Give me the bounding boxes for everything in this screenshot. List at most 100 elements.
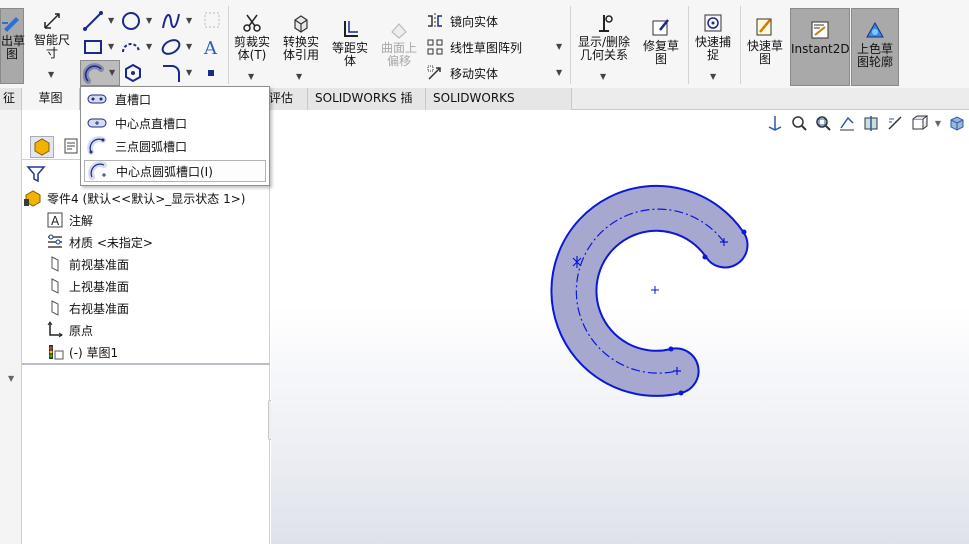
arc-slot-body[interactable]: [550, 184, 749, 397]
tree-sketch1[interactable]: (-) 草图1: [46, 342, 118, 362]
instant2d-label: Instant2D: [791, 42, 850, 56]
filter-icon[interactable]: [26, 164, 46, 184]
part-icon: [24, 189, 42, 207]
exit-sketch-button[interactable]: 出草 图: [0, 8, 26, 84]
offset-on-surface-label: 曲面上 偏移: [380, 41, 417, 68]
offset-on-surface-button[interactable]: 曲面上 偏移: [376, 18, 422, 68]
convert-entities-button[interactable]: 转换实 体引用: [278, 12, 324, 62]
mirror-entities-button[interactable]: 镜向实体: [426, 12, 498, 30]
menu-item-three-point-arc-slot[interactable]: 三点圆弧槽口: [84, 135, 266, 157]
svg-text:A: A: [203, 38, 218, 58]
feature-manager-tab[interactable]: [30, 136, 54, 158]
smart-dimension-caret[interactable]: ▼: [48, 70, 54, 79]
tab-sketch[interactable]: 草图: [22, 88, 80, 110]
slot-caret[interactable]: ▼: [109, 68, 115, 77]
circle-icon[interactable]: [120, 10, 142, 32]
exit-sketch-icon: [2, 17, 19, 32]
ellipse-caret[interactable]: ▼: [186, 42, 192, 51]
instant2d-icon: [811, 21, 829, 39]
move-caret[interactable]: ▼: [556, 68, 562, 77]
linear-pattern-caret[interactable]: ▼: [556, 42, 562, 51]
left-collapsed-strip: ▼: [0, 110, 22, 544]
slot-vertex-point[interactable]: [668, 346, 674, 352]
line-icon[interactable]: [82, 10, 104, 32]
trim-entities-button[interactable]: 剪裁实 体(T): [230, 12, 274, 62]
point-icon[interactable]: [206, 68, 216, 78]
ribbon-separator: [740, 6, 741, 84]
move-entities-button[interactable]: 移动实体: [426, 64, 498, 82]
quick-snaps-icon: [704, 14, 722, 32]
mirror-icon: [428, 13, 442, 29]
repair-sketch-button[interactable]: 修复草 图: [638, 16, 684, 66]
tree-right-plane[interactable]: 右视基准面: [46, 298, 129, 318]
text-icon[interactable]: A: [202, 36, 222, 58]
centerpoint-straight-slot-label: 中心点直槽口: [115, 116, 188, 131]
slot-vertex-point[interactable]: [678, 390, 684, 396]
graphics-area[interactable]: ▼: [271, 110, 969, 544]
ribbon-separator: [228, 6, 229, 84]
fillet-icon[interactable]: [160, 62, 182, 84]
strip-caret-icon[interactable]: ▼: [8, 374, 14, 383]
linear-pattern-button[interactable]: 线性草图阵列: [426, 38, 522, 56]
ellipse-icon[interactable]: [160, 36, 182, 58]
right-plane-label: 右视基准面: [69, 301, 130, 316]
trim-icon: [243, 14, 261, 32]
instant2d-button[interactable]: Instant2D: [790, 8, 850, 86]
tree-part-root[interactable]: 零件4 (默认<<默认>_显示状态 1>): [24, 188, 245, 208]
tab-solidworks-addins[interactable]: SOLIDWORKS 插件: [308, 88, 426, 126]
tree-annotations[interactable]: A 注解: [46, 210, 93, 230]
move-icon: [427, 65, 441, 80]
move-label: 移动实体: [450, 66, 499, 81]
menu-item-straight-slot[interactable]: 直槽口: [84, 88, 266, 110]
circle-caret[interactable]: ▼: [146, 16, 152, 25]
centerpoint-straight-slot-icon: [87, 118, 107, 128]
trim-caret[interactable]: ▼: [248, 72, 254, 81]
annotations-label: 注解: [69, 213, 94, 228]
arc-caret[interactable]: ▼: [146, 42, 152, 51]
smart-dimension-button[interactable]: 智能尺 寸: [28, 10, 76, 60]
relations-caret[interactable]: ▼: [600, 72, 606, 81]
spline-caret[interactable]: ▼: [186, 16, 192, 25]
fillet-caret[interactable]: ▼: [186, 68, 192, 77]
plane-icon: [46, 255, 64, 273]
quick-snaps-caret[interactable]: ▼: [710, 72, 716, 81]
quick-snaps-button[interactable]: 快速捕 捉: [690, 12, 736, 62]
linear-pattern-icon: [427, 39, 443, 55]
tree-origin[interactable]: 原点: [46, 320, 93, 340]
tree-top-plane[interactable]: 上视基准面: [46, 276, 129, 296]
polygon-icon[interactable]: [122, 62, 144, 84]
tree-material[interactable]: 材质 <未指定>: [46, 232, 153, 252]
sketch1-label: (-) 草图1: [69, 345, 119, 360]
spline-icon[interactable]: [160, 10, 182, 32]
feature-tree-icon: [34, 138, 50, 156]
tree-front-plane[interactable]: 前视基准面: [46, 254, 129, 274]
line-caret[interactable]: ▼: [108, 16, 114, 25]
plane-icon: [46, 277, 64, 295]
display-delete-relations-button[interactable]: 显示/删除 几何关系: [574, 12, 634, 62]
rapid-sketch-button[interactable]: 快速草 图: [742, 16, 788, 66]
rectangle-icon[interactable]: [82, 36, 104, 58]
arc-slot-sketch[interactable]: [271, 110, 969, 544]
three-point-arc-slot-label: 三点圆弧槽口: [115, 139, 188, 154]
ribbon-separator: [688, 6, 689, 84]
menu-item-centerpoint-arc-slot[interactable]: 中心点圆弧槽口(I): [84, 160, 266, 182]
plane-icon: [46, 299, 64, 317]
smart-dimension-icon: [44, 13, 60, 29]
rectangle-caret[interactable]: ▼: [108, 42, 114, 51]
ribbon-separator: [570, 6, 571, 84]
exit-sketch-label: 出草 图: [1, 34, 26, 61]
rapid-sketch-icon: [756, 18, 772, 36]
offset-entities-button[interactable]: 等距实 体: [328, 18, 372, 68]
part-name: 零件4 (默认<<默认>_显示状态 1>): [47, 191, 246, 206]
rollback-bar[interactable]: [22, 363, 270, 365]
slot-flyout-menu: 直槽口 中心点直槽口 三点圆弧槽口 中心点圆弧槽口(I): [80, 86, 270, 186]
arc-icon[interactable]: [120, 36, 142, 58]
slot-vertex-point[interactable]: [741, 229, 747, 235]
convert-caret[interactable]: ▼: [296, 72, 302, 81]
slot-button[interactable]: ▼: [80, 60, 120, 86]
slot-vertex-point[interactable]: [702, 254, 708, 260]
shaded-sketch-contours-button[interactable]: 上色草 图轮廓: [851, 8, 899, 86]
tab-solidworks-inspection[interactable]: SOLIDWORKS Inspection: [426, 88, 572, 126]
tab-features[interactable]: 征: [0, 88, 22, 110]
menu-item-centerpoint-straight-slot[interactable]: 中心点直槽口: [84, 112, 266, 134]
